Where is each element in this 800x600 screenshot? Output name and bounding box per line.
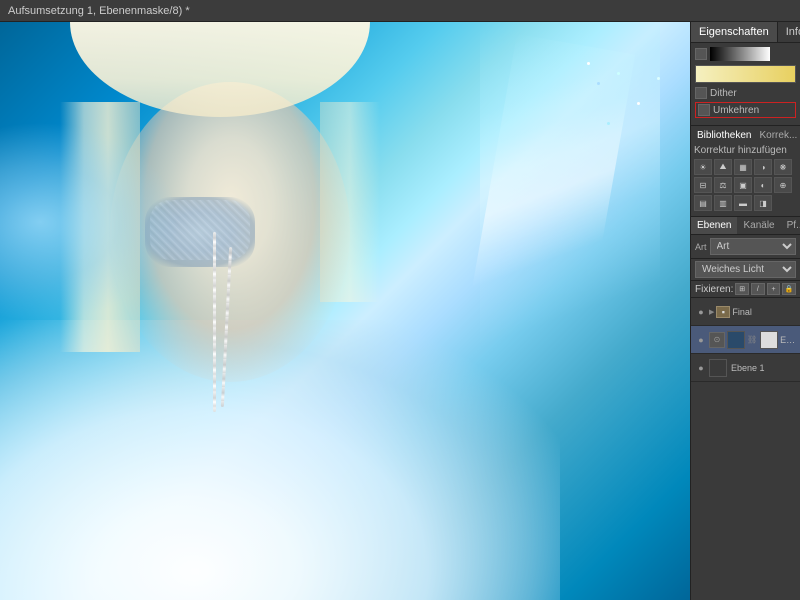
- right-panel: Eigenschaften Info Dither Umke: [690, 22, 800, 600]
- tab-info[interactable]: Info: [778, 22, 800, 42]
- adjustment-icons-row1: ☀ ⛰ ▦ ◑ ❋: [694, 159, 797, 175]
- fixieren-label: Fixieren:: [695, 284, 733, 295]
- dither-row: Dither: [695, 87, 796, 99]
- light-burst-left: [0, 122, 180, 322]
- colorbalance-icon[interactable]: ⚖: [714, 177, 732, 193]
- fix-all-icon[interactable]: 🔒: [782, 283, 796, 295]
- libraries-section: Bibliotheken Korrek... Korrektur hinzufü…: [691, 126, 800, 217]
- umkehren-row: Umkehren: [695, 102, 796, 118]
- folder-icon-final: ▪: [716, 306, 730, 318]
- pearl-strand-1: [213, 232, 216, 412]
- mixer-icon[interactable]: ⊕: [774, 177, 792, 193]
- levels-icon[interactable]: ▦: [734, 159, 752, 175]
- tab-bibliotheken[interactable]: Bibliotheken: [694, 129, 754, 142]
- layer-item-final[interactable]: ● ▶ ▪ Final: [691, 298, 800, 326]
- adj-layer-icon-ebene2: ⊙: [709, 332, 725, 348]
- ebenen-tabs: Ebenen Kanäle Pf...: [691, 217, 800, 235]
- layer-name-final: Final: [732, 307, 796, 317]
- canvas-image: [0, 22, 690, 600]
- ebenen-section: Ebenen Kanäle Pf... Art Art Weiches: [691, 217, 800, 600]
- vibrance-icon[interactable]: ❋: [774, 159, 792, 175]
- layer-thumb-ebene1: [709, 359, 727, 377]
- tab-eigenschaften[interactable]: Eigenschaften: [691, 22, 778, 42]
- fix-checkerboard-icon[interactable]: ⊞: [735, 283, 749, 295]
- dither-checkbox[interactable]: [695, 87, 707, 99]
- tab-korrekturen[interactable]: Korrek...: [756, 129, 800, 142]
- layer-chain-ebene2: ⛓: [747, 335, 757, 344]
- layer-eye-ebene2[interactable]: ●: [695, 334, 707, 346]
- brightness-icon[interactable]: ☀: [694, 159, 712, 175]
- korrektur-hinzufuegen-label: Korrektur hinzufügen: [694, 145, 797, 156]
- lib-tabs: Bibliotheken Korrek...: [694, 129, 797, 142]
- umkehren-checkbox[interactable]: [698, 104, 710, 116]
- adjustment-icons-row2: ⊟ ⚖ ▣ ◐ ⊕: [694, 177, 797, 193]
- layer-name-ebene2: Ebene 2: [780, 335, 796, 345]
- adjustment-icons-row3: ▤ ▥ ▬ ◨: [694, 195, 797, 211]
- gradient-color-bar[interactable]: [695, 65, 796, 83]
- fixieren-row: Fixieren: ⊞ / + 🔒: [691, 281, 800, 298]
- layer-name-ebene1: Ebene 1: [731, 363, 796, 373]
- sparkles: [587, 62, 590, 65]
- canvas-area: [0, 22, 690, 600]
- exposure-icon[interactable]: ◑: [754, 159, 772, 175]
- threshold-icon[interactable]: ▥: [714, 195, 732, 211]
- dither-label: Dither: [710, 88, 737, 99]
- layer-item-ebene1[interactable]: ● Ebene 1: [691, 354, 800, 382]
- art-select[interactable]: Art: [710, 238, 796, 255]
- curves-icon[interactable]: ⛰: [714, 159, 732, 175]
- bw-icon[interactable]: ▣: [734, 177, 752, 193]
- hsl-icon[interactable]: ⊟: [694, 177, 712, 193]
- layer-thumb-ebene2: [727, 331, 745, 349]
- photo-filter-icon[interactable]: ◐: [754, 177, 772, 193]
- hair-right: [320, 102, 380, 302]
- main-layout: Eigenschaften Info Dither Umke: [0, 22, 800, 600]
- title-bar: Aufsumsetzung 1, Ebenenmaske/8) *: [0, 0, 800, 22]
- blend-row: Weiches Licht: [691, 259, 800, 281]
- gradient-preview[interactable]: [710, 47, 770, 61]
- layer-mask-ebene2[interactable]: [760, 331, 778, 349]
- gradient-row: [695, 47, 796, 61]
- layer-eye-ebene1[interactable]: ●: [695, 362, 707, 374]
- top-panel-tabs: Eigenschaften Info: [691, 22, 800, 43]
- properties-panel: Dither Umkehren: [691, 43, 800, 126]
- gradient-map-icon[interactable]: ▬: [734, 195, 752, 211]
- selective-color-icon[interactable]: ◨: [754, 195, 772, 211]
- document-title: Aufsumsetzung 1, Ebenenmaske/8) *: [8, 5, 190, 17]
- layer-item-ebene2[interactable]: ● ⊙ ⛓ Ebene 2: [691, 326, 800, 354]
- art-label: Art: [695, 242, 707, 252]
- posterize-icon[interactable]: ▤: [694, 195, 712, 211]
- gradient-checkbox[interactable]: [695, 48, 707, 60]
- photo-simulation: [0, 22, 690, 600]
- fix-move-icon[interactable]: +: [767, 283, 781, 295]
- blend-mode-select[interactable]: Weiches Licht: [695, 261, 796, 278]
- tab-pfade[interactable]: Pf...: [781, 217, 800, 234]
- tab-ebenen[interactable]: Ebenen: [691, 217, 737, 234]
- art-filter-row: Art Art: [691, 235, 800, 259]
- tab-kanaele[interactable]: Kanäle: [737, 217, 780, 234]
- layer-eye-final[interactable]: ●: [695, 306, 707, 318]
- expand-arrow-final[interactable]: ▶: [709, 308, 714, 316]
- fix-brush-icon[interactable]: /: [751, 283, 765, 295]
- umkehren-label: Umkehren: [713, 105, 759, 116]
- layer-list: ● ▶ ▪ Final ● ⊙ ⛓ Ebene 2: [691, 298, 800, 600]
